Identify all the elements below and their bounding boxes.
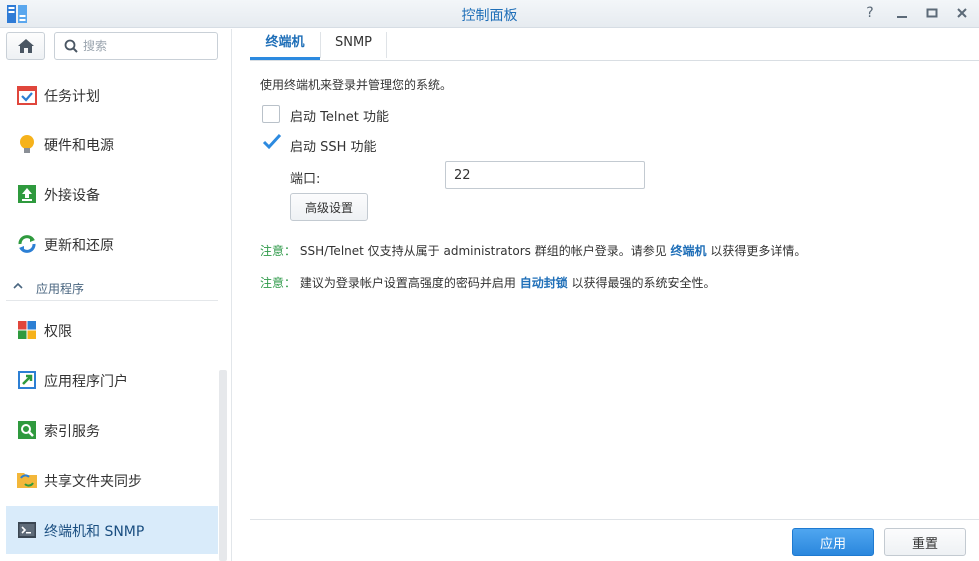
advanced-settings-button[interactable]: 高级设置 — [290, 193, 368, 221]
search-icon — [64, 39, 78, 53]
sidebar-item-label: 任务计划 — [44, 89, 100, 105]
sidebar-item-task-scheduler[interactable]: 任务计划 — [6, 71, 218, 119]
note-text: 建议为登录帐户设置高强度的密码并启用 — [299, 276, 516, 290]
update-restore-icon — [18, 235, 36, 253]
maximize-icon[interactable] — [922, 3, 942, 23]
search-input[interactable] — [83, 37, 213, 55]
port-input[interactable] — [445, 161, 645, 189]
sidebar-item-external-devices[interactable]: 外接设备 — [6, 170, 218, 218]
tab-snmp[interactable]: SNMP — [320, 32, 387, 58]
ssh-checkbox-label: 启动 SSH 功能 — [290, 140, 377, 155]
sidebar-item-update-restore[interactable]: 更新和还原 — [6, 220, 218, 268]
sidebar-section-applications[interactable]: 应用程序 — [6, 274, 218, 301]
indexing-icon — [18, 421, 36, 439]
tab-terminal[interactable]: 终端机 — [250, 29, 320, 60]
telnet-checkbox[interactable] — [262, 105, 280, 123]
tab-bar: 终端机 SNMP — [250, 29, 979, 61]
sidebar-item-app-portal[interactable]: 应用程序门户 — [6, 356, 218, 404]
sidebar-item-label: 外接设备 — [44, 188, 100, 204]
sidebar-item-terminal-snmp[interactable]: 终端机和 SNMP — [6, 506, 218, 554]
terminal-help-link[interactable]: 终端机 — [671, 244, 707, 258]
note-ssh-telnet: 注意： SSH/Telnet 仅支持从属于 administrators 群组的… — [260, 242, 806, 259]
privileges-icon — [18, 321, 36, 339]
external-device-icon — [18, 185, 36, 203]
sidebar-item-label: 索引服务 — [44, 424, 100, 440]
search-box[interactable] — [54, 32, 218, 60]
footer-divider — [250, 519, 979, 520]
sidebar-item-label: 应用程序门户 — [44, 374, 128, 390]
note-text: SSH/Telnet 仅支持从属于 administrators 群组的帐户登录… — [299, 244, 667, 258]
home-icon — [18, 39, 34, 53]
telnet-checkbox-label: 启动 Telnet 功能 — [290, 110, 389, 125]
checkmark-icon[interactable] — [262, 132, 282, 152]
sidebar-item-label: 权限 — [44, 324, 72, 340]
home-button[interactable] — [6, 32, 45, 60]
title-bar: 控制面板 ? — [0, 0, 979, 28]
sidebar-item-folder-sync[interactable]: 共享文件夹同步 — [6, 456, 218, 504]
note-label: 注意： — [260, 276, 297, 290]
close-icon[interactable] — [952, 3, 972, 23]
sidebar-item-privileges[interactable]: 权限 — [6, 306, 218, 354]
sidebar-item-label: 硬件和电源 — [44, 138, 114, 154]
sidebar-item-label: 共享文件夹同步 — [44, 474, 142, 490]
description-text: 使用终端机来登录并管理您的系统。 — [260, 78, 453, 92]
question-icon[interactable]: ? — [860, 3, 880, 23]
sidebar-item-hardware-power[interactable]: 硬件和电源 — [6, 120, 218, 168]
app-portal-icon — [18, 371, 36, 389]
sidebar-item-label: 终端机和 SNMP — [44, 524, 145, 540]
sidebar-scrollbar[interactable] — [219, 370, 227, 561]
reset-button[interactable]: 重置 — [884, 528, 966, 556]
task-scheduler-icon — [17, 86, 37, 105]
sidebar-section-label: 应用程序 — [36, 282, 85, 296]
lightbulb-icon — [20, 135, 34, 153]
minimize-icon[interactable] — [892, 3, 912, 23]
port-label: 端口: — [290, 172, 321, 187]
note-text: 以获得最强的系统安全性。 — [571, 276, 716, 290]
note-label: 注意： — [260, 244, 297, 258]
sidebar: 任务计划 硬件和电源 外接设备 更新和还原 应用程序 — [0, 29, 232, 561]
chevron-up-icon — [13, 282, 23, 289]
note-security: 注意： 建议为登录帐户设置高强度的密码并启用 自动封锁 以获得最强的系统安全性。 — [260, 274, 716, 291]
sidebar-item-indexing[interactable]: 索引服务 — [6, 406, 218, 454]
auto-block-link[interactable]: 自动封锁 — [520, 276, 568, 290]
sidebar-item-label: 更新和还原 — [44, 238, 114, 254]
apply-button[interactable]: 应用 — [792, 528, 874, 556]
window-title: 控制面板 — [461, 8, 518, 24]
note-text: 以获得更多详情。 — [710, 244, 807, 258]
folder-sync-icon — [17, 473, 37, 488]
terminal-icon — [18, 522, 36, 538]
